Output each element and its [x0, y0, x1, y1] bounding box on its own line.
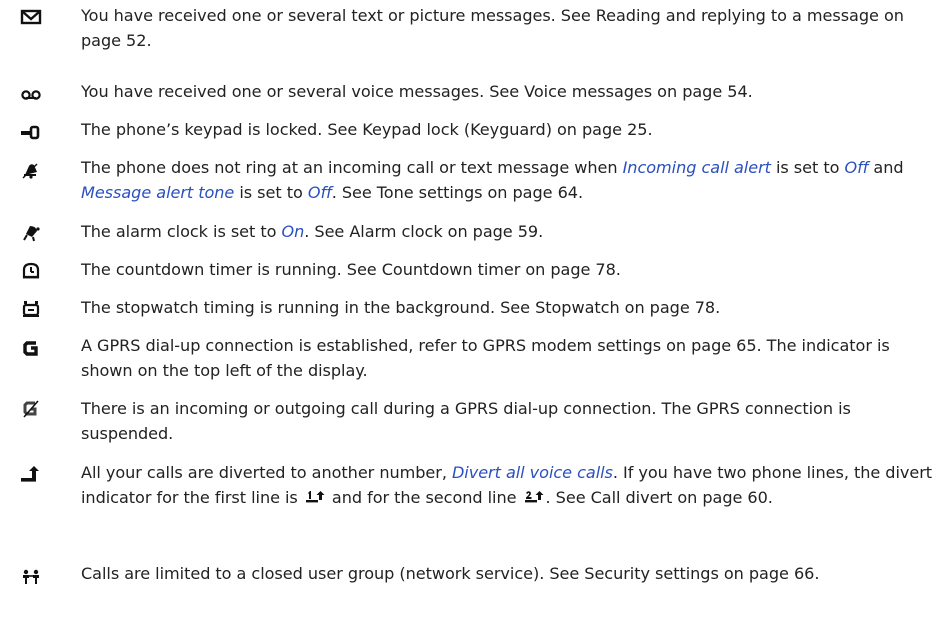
entry-text: The stopwatch timing is running in the b…	[81, 298, 721, 317]
countdown-timer-icon	[20, 261, 42, 281]
entry-text: All your calls are diverted to another n…	[81, 463, 933, 507]
divert-line-1-icon	[305, 487, 325, 503]
off-setting-link[interactable]: Off	[844, 158, 868, 177]
entry-text: Calls are limited to a closed user group…	[81, 564, 820, 583]
keypad-lock-icon	[20, 122, 42, 142]
call-divert-icon	[20, 465, 42, 485]
voicemail-icon	[20, 84, 42, 104]
entry-text: You have received one or several text or…	[81, 6, 904, 50]
stopwatch-icon	[20, 299, 42, 319]
gprs-suspended-icon	[20, 399, 42, 419]
entry-text: The alarm clock is set to On. See Alarm …	[81, 222, 544, 241]
off-setting-link[interactable]: Off	[308, 183, 332, 202]
closed-user-group-icon	[20, 566, 42, 586]
entry-text: There is an incoming or outgoing call du…	[81, 399, 851, 443]
message-alert-tone-link[interactable]: Message alert tone	[81, 183, 234, 202]
incoming-call-alert-link[interactable]: Incoming call alert	[623, 158, 771, 177]
entry-text: A GPRS dial-up connection is established…	[81, 336, 890, 380]
entry-text: The phone’s keypad is locked. See Keypad…	[81, 120, 653, 139]
entry-text: You have received one or several voice m…	[81, 82, 753, 101]
envelope-message-icon	[20, 7, 42, 27]
divert-line-2-icon	[524, 487, 544, 503]
on-setting-link[interactable]: On	[281, 222, 304, 241]
entry-text: The phone does not ring at an incoming c…	[81, 158, 904, 202]
divert-all-voice-calls-link[interactable]: Divert all voice calls	[452, 463, 613, 482]
alarm-clock-icon	[20, 223, 42, 243]
entry-text: The countdown timer is running. See Coun…	[81, 260, 621, 279]
gprs-connection-icon	[20, 338, 42, 358]
silent-bell-icon	[20, 160, 42, 180]
